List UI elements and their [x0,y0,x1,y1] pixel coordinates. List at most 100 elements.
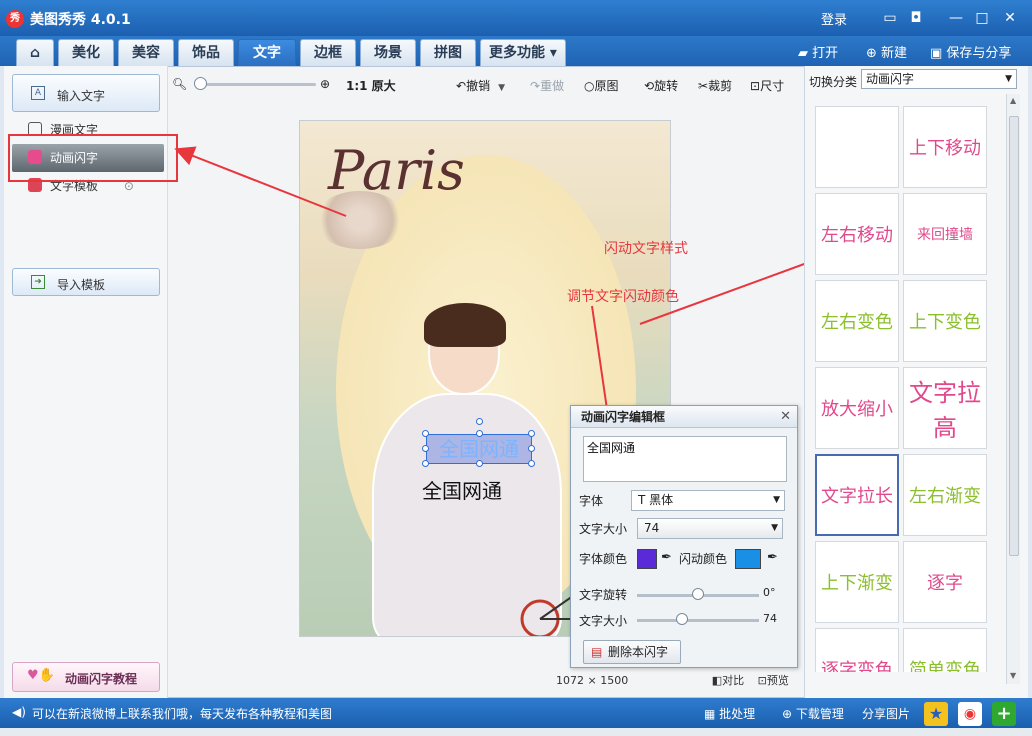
preview-icon: ⊡ [757,674,767,687]
minimize-icon[interactable]: — [944,8,968,28]
download-manager-button[interactable]: ⊕ 下载管理 [782,705,844,722]
effect-tile-label: 左右变色 [821,312,893,333]
scale-slider[interactable] [637,619,759,622]
tab-home[interactable]: ⌂ [16,39,54,66]
effect-tile[interactable]: 左右移动 [815,193,899,275]
effect-tile[interactable]: 文字拉高 [903,367,987,449]
input-text-label: 输入文字 [57,89,106,103]
message-icon[interactable]: ▭ [878,8,902,28]
zoom-in-icon[interactable]: ⊕ [320,77,330,91]
zoom-slider[interactable] [198,83,316,86]
resize-handle[interactable] [528,460,535,467]
maximize-icon[interactable]: □ [970,8,994,28]
text-content-field[interactable]: 全国网通 [583,436,787,482]
effect-tile[interactable]: 左右渐变 [903,454,987,536]
login-link[interactable]: 登录 [821,9,847,28]
open-label: 打开 [812,46,839,61]
status-message[interactable]: 可以在新浪微博上联系我们哦，每天发布各种教程和美图 [32,705,332,722]
star-icon[interactable]: ★ [924,702,948,726]
dialog-title: 动画闪字编辑框 [571,406,797,428]
crop-button[interactable]: ✂裁剪 [698,77,732,94]
rotate-button[interactable]: ⟲旋转 [644,77,678,94]
tab-more-features[interactable]: 更多功能 ▾ [480,39,566,66]
effect-tile[interactable]: 来回撞墙 [903,193,987,275]
batch-button[interactable]: ▦ 批处理 [704,705,755,722]
add-icon[interactable]: + [992,702,1016,726]
compare-button[interactable]: ◧对比 [712,674,744,687]
scroll-down-icon[interactable]: ▼ [1010,671,1016,680]
resize-handle[interactable] [476,460,483,467]
import-icon: ➜ [31,275,45,289]
effect-tile[interactable]: 上下渐变 [815,541,899,623]
effect-tile-label: 文字拉长 [821,486,893,507]
effect-tile[interactable]: 上下变色 [903,280,987,362]
effect-tile[interactable]: 逐字变色 [815,628,899,672]
effect-tile[interactable]: 文字拉长 [815,454,899,536]
open-button[interactable]: ▰ 打开 [798,42,838,61]
app-logo-icon: 秀 [6,10,24,28]
input-text-button[interactable]: A 输入文字 [12,74,160,112]
tab-scene[interactable]: 场景 [360,39,416,66]
canvas-text[interactable]: 全国网通 [422,475,502,504]
effect-tile[interactable]: 放大缩小 [815,367,899,449]
size-select[interactable]: 74 ▼ [637,518,783,539]
resize-handle[interactable] [422,430,429,437]
scroll-up-icon[interactable]: ▲ [1010,96,1016,105]
category-select[interactable]: 动画闪字 ▼ [861,69,1017,89]
annotation-color: 调节文字闪动颜色 [567,289,679,305]
resize-handle[interactable] [528,445,535,452]
font-color-swatch[interactable] [637,549,657,569]
tab-text[interactable]: 文字 [238,39,296,66]
original-label: 原图 [594,79,619,93]
chevron-down-icon[interactable]: ▼ [498,83,505,93]
category-value: 动画闪字 [866,72,915,86]
preview-button[interactable]: ⊡预览 [758,674,789,687]
effect-tile[interactable] [815,106,899,188]
eyedropper-icon[interactable]: ✒ [661,550,672,565]
bottom-strip [0,728,1032,736]
eyedropper-icon[interactable]: ✒ [767,550,778,565]
chevron-down-icon: ▼ [771,523,778,533]
original-button[interactable]: ○原图 [584,77,619,94]
tab-collage[interactable]: 拼图 [420,39,476,66]
effect-tile-label: 简单变色 [909,660,981,672]
resize-button[interactable]: ⊡尺寸 [750,77,784,94]
new-button[interactable]: ⊕ 新建 [866,42,907,61]
effect-tile-label: 逐字变色 [821,660,893,672]
close-icon[interactable]: ✕ [998,8,1022,28]
share-image-button[interactable]: 分享图片 [862,705,910,722]
rotate-slider-knob[interactable] [692,588,704,600]
save-share-button[interactable]: ▣ 保存与分享 [930,42,1011,61]
font-select[interactable]: T 黑体 ▼ [631,490,785,511]
zoom-out-icon[interactable]: 🔍︎ [172,77,187,91]
effect-tile-label: 上下渐变 [821,573,893,594]
skin-icon[interactable]: ◘ [904,8,928,28]
resize-handle[interactable] [422,445,429,452]
redo-button[interactable]: ↷重做 [530,77,564,94]
resize-handle[interactable] [422,460,429,467]
undo-button[interactable]: ↶撤销 ▼ [456,77,505,94]
effect-tile[interactable]: 上下移动 [903,106,987,188]
resize-handle[interactable] [528,430,535,437]
effect-tile[interactable]: 左右变色 [815,280,899,362]
import-template-button[interactable]: ➜ 导入模板 [12,268,160,296]
tab-beauty[interactable]: 美容 [118,39,174,66]
zoom-slider-knob[interactable] [194,77,207,90]
close-icon[interactable]: ✕ [780,409,791,424]
effect-tile[interactable]: 逐字 [903,541,987,623]
actual-size-button[interactable]: 1:1 原大 [346,77,396,94]
rotate-handle[interactable] [476,418,483,425]
resize-handle[interactable] [476,430,483,437]
scale-label: 文字大小 [579,614,628,628]
tab-border[interactable]: 边框 [300,39,356,66]
tab-accessories[interactable]: 饰品 [178,39,234,66]
scale-slider-knob[interactable] [676,613,689,625]
flash-color-swatch[interactable] [735,549,761,569]
weibo-icon[interactable]: ◉ [958,702,982,726]
scrollbar-thumb[interactable] [1009,116,1019,556]
effects-scrollbar[interactable]: ▲ ▼ [1006,94,1020,684]
delete-flash-text-button[interactable]: ▤ 删除本闪字 [583,640,681,664]
animated-text-tutorial-button[interactable]: ♥✋ 动画闪字教程 [12,662,160,692]
tab-beautify[interactable]: 美化 [58,39,114,66]
effect-tile[interactable]: 简单变色 [903,628,987,672]
